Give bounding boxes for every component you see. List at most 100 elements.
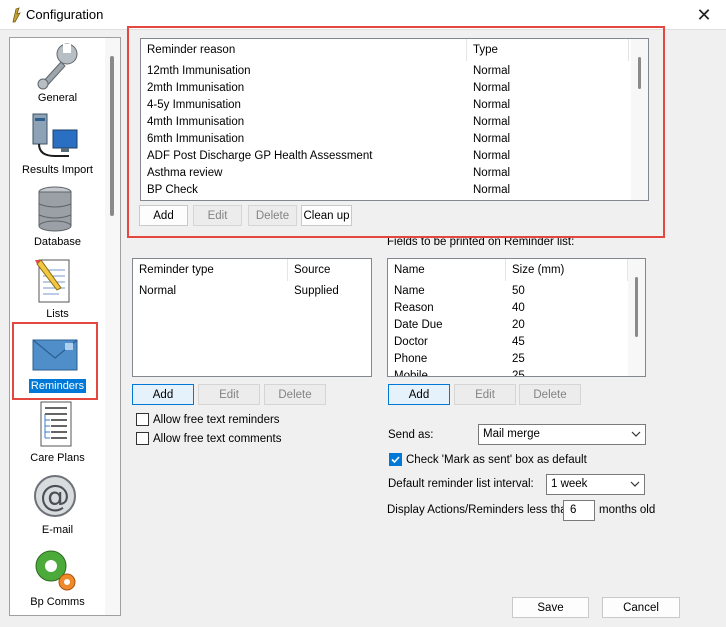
allow-free-text-reminders-label: Allow free text reminders	[153, 413, 280, 426]
window-title: Configuration	[26, 7, 104, 22]
field-add-button[interactable]: Add	[388, 384, 450, 405]
sidebar-item-lists[interactable]: Lists	[10, 256, 105, 326]
sidebar-item-care-plans[interactable]: Care Plans	[10, 400, 105, 470]
fields_printed-cell-1: 40	[512, 302, 525, 314]
fields-printed-list[interactable]: Name Size (mm) Name 50 Reason 40 Date Due 20 D…	[387, 258, 646, 377]
reminder-reason-scroll-thumb[interactable]	[638, 57, 641, 89]
chevron-down-icon	[630, 481, 640, 487]
sidebar-item-bp-comms[interactable]: Bp Comms	[10, 544, 105, 614]
app-logo-icon	[12, 7, 21, 23]
type-delete-button[interactable]: Delete	[264, 384, 326, 405]
sidebar-label-bp-comms: Bp Comms	[30, 596, 85, 608]
allow-free-text-reminders-checkbox[interactable]: Allow free text reminders	[136, 413, 280, 426]
table-row[interactable]: Name 50	[388, 283, 628, 300]
table-row[interactable]: Date Due 20	[388, 317, 628, 334]
fields_printed-cell-1: 45	[512, 336, 525, 348]
checkbox-box-checked[interactable]	[389, 453, 402, 466]
sidebar-item-email[interactable]: @ E-mail	[10, 472, 105, 542]
table-row[interactable]: Asthma review Normal	[141, 165, 629, 182]
send-as-value: Mail merge	[483, 428, 540, 440]
care-plan-icon	[40, 401, 72, 447]
mark-as-sent-checkbox[interactable]: Check 'Mark as sent' box as default	[389, 453, 587, 466]
checkbox-box[interactable]	[136, 432, 149, 445]
interval-value: 1 week	[551, 478, 588, 490]
column-header-reminder-type[interactable]: Reminder type	[133, 259, 288, 281]
table-row[interactable]: Doctor 45	[388, 334, 628, 351]
reminder_reasons-cell-1: Normal	[473, 65, 511, 77]
type-add-button[interactable]: Add	[132, 384, 194, 405]
checkbox-box[interactable]	[136, 413, 149, 426]
reminder_reasons-cell-1: Normal	[473, 150, 511, 162]
fields_printed-cell-0: Reason	[394, 302, 434, 314]
mark-as-sent-label: Check 'Mark as sent' box as default	[406, 453, 587, 466]
send-as-select[interactable]: Mail merge	[478, 424, 646, 445]
reminder_reasons-cell-1: Normal	[473, 133, 511, 145]
column-header-source[interactable]: Source	[288, 259, 371, 281]
column-header-size[interactable]: Size (mm)	[506, 259, 628, 281]
reminder_types-cell-1: Supplied	[294, 285, 339, 297]
save-button[interactable]: Save	[512, 597, 589, 618]
sidebar-label-care-plans: Care Plans	[30, 452, 85, 464]
table-row[interactable]: 12mth Immunisation Normal	[141, 63, 629, 80]
sidebar-scroll-thumb[interactable]	[110, 56, 114, 216]
computer-network-icon	[32, 113, 78, 157]
column-header-type[interactable]: Type	[467, 39, 629, 61]
table-row[interactable]: 6mth Immunisation Normal	[141, 131, 629, 148]
fields-printed-scrollbar[interactable]	[628, 259, 645, 376]
reason-add-button[interactable]: Add	[139, 205, 188, 226]
reminder-type-list[interactable]: Reminder type Source Normal Supplied	[132, 258, 372, 377]
wrench-icon	[37, 43, 78, 90]
reminder_reasons-cell-1: Normal	[473, 82, 511, 94]
sidebar-item-reminders[interactable]: Reminders	[10, 328, 105, 398]
close-button[interactable]: ✕	[682, 0, 726, 30]
table-row[interactable]: Mobile 25	[388, 368, 628, 377]
reason-edit-button[interactable]: Edit	[193, 205, 242, 226]
fields-printed-label: Fields to be printed on Reminder list:	[387, 236, 575, 248]
table-row[interactable]: 2mth Immunisation Normal	[141, 80, 629, 97]
reason-cleanup-button[interactable]: Clean up	[301, 205, 352, 226]
column-header-reminder-reason[interactable]: Reminder reason	[141, 39, 467, 61]
fields_printed-cell-0: Mobile	[394, 370, 428, 377]
table-row[interactable]: 4mth Immunisation Normal	[141, 114, 629, 131]
display-label: Display Actions/Reminders less than	[387, 504, 573, 516]
fields_printed-cell-1: 50	[512, 285, 525, 297]
column-header-field-name[interactable]: Name	[388, 259, 506, 281]
sidebar-label-database: Database	[33, 236, 82, 248]
type-edit-button[interactable]: Edit	[198, 384, 260, 405]
table-row[interactable]: Phone 25	[388, 351, 628, 368]
allow-free-text-comments-checkbox[interactable]: Allow free text comments	[136, 432, 281, 445]
title-bar: Configuration ✕	[0, 0, 726, 30]
reminder-type-header: Reminder type Source	[133, 259, 371, 281]
check-icon	[391, 456, 400, 464]
fields-printed-header: Name Size (mm)	[388, 259, 628, 281]
fields_printed-cell-0: Phone	[394, 353, 428, 365]
field-edit-button[interactable]: Edit	[454, 384, 516, 405]
fields_printed-cell-0: Date Due	[394, 319, 443, 331]
fields_printed-cell-1: 25	[512, 353, 525, 365]
table-row[interactable]: Reason 40	[388, 300, 628, 317]
field-delete-button[interactable]: Delete	[519, 384, 581, 405]
interval-select[interactable]: 1 week	[546, 474, 645, 495]
table-row[interactable]: BP Check Normal	[141, 182, 629, 199]
fields_printed-cell-0: Doctor	[394, 336, 428, 348]
sidebar-item-results-import[interactable]: Results Import	[10, 112, 105, 182]
fields-printed-scroll-thumb[interactable]	[635, 277, 638, 337]
sidebar-item-general[interactable]: General	[10, 40, 105, 110]
sidebar-scrollbar[interactable]	[105, 38, 120, 615]
reminder_reasons-cell-0: 4-5y Immunisation	[147, 99, 241, 111]
notepad-pencil-icon	[35, 259, 70, 303]
reminder-reason-scrollbar[interactable]	[631, 39, 648, 200]
svg-text:@: @	[40, 479, 70, 514]
table-row[interactable]: ADF Post Discharge GP Health Assessment N…	[141, 148, 629, 165]
display-months-input[interactable]: 6	[563, 500, 595, 521]
allow-free-text-comments-label: Allow free text comments	[153, 432, 282, 445]
table-row[interactable]: 4-5y Immunisation Normal	[141, 97, 629, 114]
reminder_reasons-cell-0: 2mth Immunisation	[147, 82, 245, 94]
reminder_reasons-cell-1: Normal	[473, 99, 511, 111]
table-row[interactable]: Normal Supplied	[133, 283, 371, 300]
sidebar-label-results-import: Results Import	[22, 164, 93, 176]
cancel-button[interactable]: Cancel	[602, 597, 680, 618]
sidebar-item-database[interactable]: Database	[10, 184, 105, 254]
reminder-reason-list[interactable]: Reminder reason Type 12mth Immunisation N…	[140, 38, 649, 201]
reason-delete-button[interactable]: Delete	[248, 205, 297, 226]
